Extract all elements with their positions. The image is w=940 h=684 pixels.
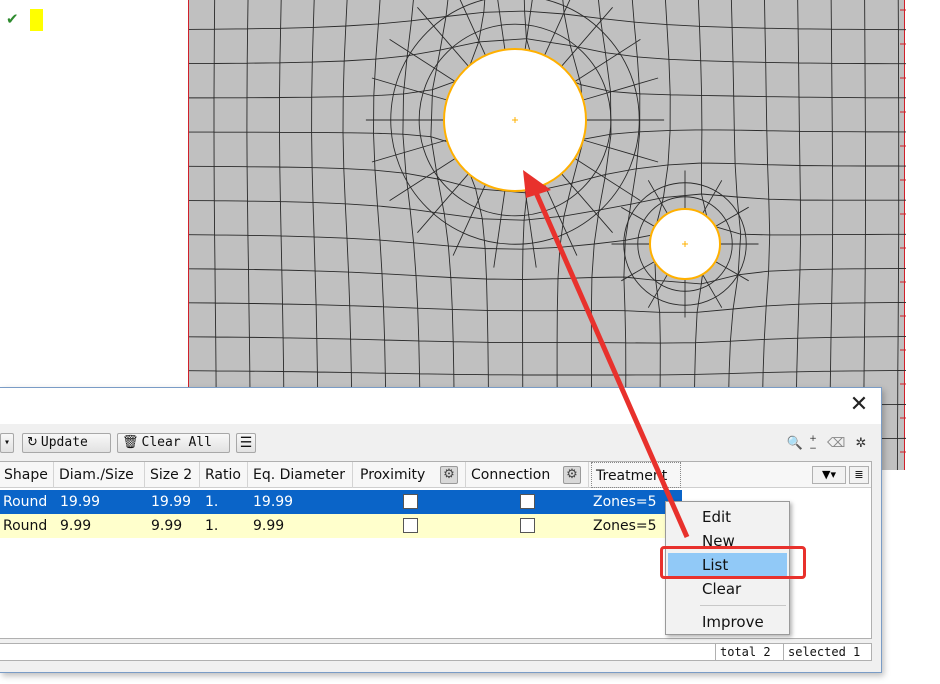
menu-item-new[interactable]: New <box>668 529 787 553</box>
col-shape[interactable]: Shape <box>0 462 54 488</box>
filter-icon[interactable]: ▼▾ <box>812 466 846 484</box>
columns-icon[interactable]: ≣ <box>849 466 869 484</box>
col-ratio[interactable]: Ratio <box>201 462 248 488</box>
proximity-checkbox[interactable] <box>403 494 418 509</box>
col-proximity[interactable]: Proximity ⚙ <box>356 462 466 488</box>
col-eq-diameter[interactable]: Eq. Diameter <box>249 462 353 488</box>
refresh-icon: ↻ <box>27 435 38 450</box>
cell-treatment[interactable]: Zones=5 <box>593 490 657 514</box>
clear-all-label: Clear All <box>141 435 212 450</box>
status-bar: total 2 selected 1 <box>0 643 872 661</box>
dialog-titlebar: ✕ <box>0 388 881 424</box>
col-proximity-label: Proximity <box>360 467 426 483</box>
col-connection-label: Connection <box>471 467 551 483</box>
status-selected: selected 1 <box>783 644 871 660</box>
cell-shape: Round <box>3 494 48 510</box>
dialog-toolbar: ▾ ↻ Update 🗑 Clear All ☰ 🔍 + − ⌫ ✲ <box>0 433 881 455</box>
gear-icon[interactable]: ⚙ <box>563 466 581 484</box>
menu-lines-icon[interactable]: ☰ <box>236 433 256 453</box>
col-connection[interactable]: Connection ⚙ <box>467 462 589 488</box>
cell-diam: 19.99 <box>60 494 101 510</box>
context-menu: Edit New List Clear Improve <box>665 501 790 635</box>
cell-size2: 19.99 <box>151 494 192 510</box>
clear-all-button[interactable]: 🗑 Clear All <box>117 433 230 453</box>
cell-eq-diameter: 19.99 <box>253 494 294 510</box>
menu-item-edit[interactable]: Edit <box>668 505 787 529</box>
status-total: total 2 <box>715 644 782 660</box>
proximity-checkbox[interactable] <box>403 518 418 533</box>
yellow-marker <box>30 9 43 31</box>
edge-ticks <box>900 9 906 453</box>
connection-checkbox[interactable] <box>520 518 535 533</box>
cell-shape: Round <box>3 518 48 534</box>
trash-icon: 🗑 <box>122 435 139 450</box>
cursor-icon[interactable]: ✲ <box>851 433 871 453</box>
dropdown-button[interactable]: ▾ <box>0 433 14 453</box>
zoom-step-icon[interactable]: + − <box>806 433 820 454</box>
eraser-icon[interactable]: ⌫ <box>826 433 846 453</box>
cell-eq-diameter: 9.99 <box>253 518 285 534</box>
table-header: Shape Diam./Size Size 2 Ratio Eq. Diamet… <box>0 462 871 488</box>
cell-size2: 9.99 <box>151 518 183 534</box>
cell-ratio: 1. <box>205 494 219 510</box>
gear-icon[interactable]: ⚙ <box>440 466 458 484</box>
close-icon[interactable]: ✕ <box>847 394 871 418</box>
table-row[interactable]: Round 19.99 19.99 1. 19.99 Zones=5 <box>0 490 682 514</box>
menu-item-list[interactable]: List <box>668 553 787 577</box>
connection-checkbox[interactable] <box>520 494 535 509</box>
zoom-icon[interactable]: 🔍 <box>785 433 805 453</box>
col-treatment[interactable]: Treatment <box>591 462 681 488</box>
col-diam-size[interactable]: Diam./Size <box>55 462 145 488</box>
menu-separator <box>700 605 786 606</box>
check-icon: ✔ <box>6 10 19 28</box>
table-row[interactable]: Round 9.99 9.99 1. 9.99 Zones=5 <box>0 514 682 538</box>
menu-item-clear[interactable]: Clear <box>668 577 787 601</box>
cell-ratio: 1. <box>205 518 219 534</box>
cell-diam: 9.99 <box>60 518 92 534</box>
col-size2[interactable]: Size 2 <box>146 462 200 488</box>
update-label: Update <box>40 435 88 450</box>
cell-treatment[interactable]: Zones=5 <box>593 514 657 538</box>
menu-item-improve[interactable]: Improve <box>668 610 787 634</box>
update-button[interactable]: ↻ Update <box>22 433 111 453</box>
